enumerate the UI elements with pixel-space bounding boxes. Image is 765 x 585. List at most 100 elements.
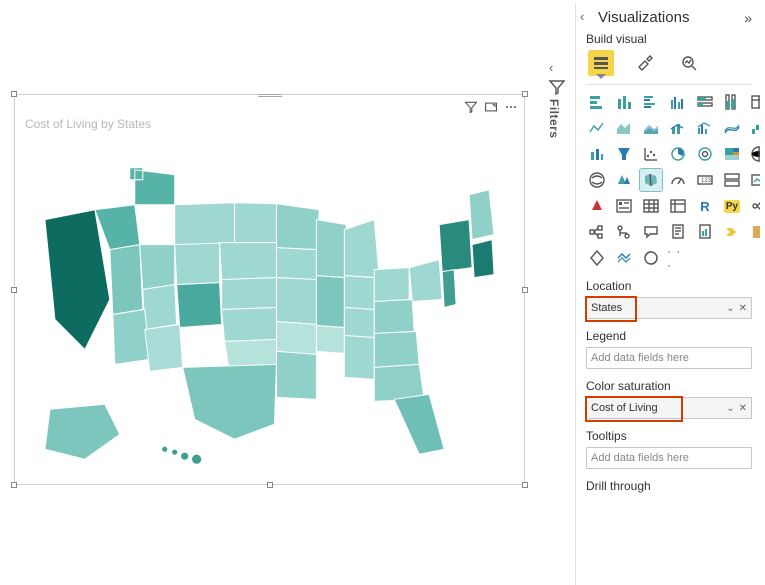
viz-clustered-bar-icon[interactable] — [640, 91, 662, 113]
state-nm[interactable] — [145, 324, 183, 371]
state-mo[interactable] — [276, 278, 316, 325]
viz-pie-icon[interactable] — [667, 143, 689, 165]
viz-gauge-icon[interactable] — [667, 169, 689, 191]
viz-decomposition-icon[interactable] — [586, 221, 608, 243]
state-co[interactable] — [177, 283, 222, 328]
viz-ribbon-icon[interactable] — [721, 117, 743, 139]
viz-key-influencers-icon[interactable] — [748, 195, 760, 217]
viz-line-stacked-column-icon[interactable] — [667, 117, 689, 139]
state-tx[interactable] — [183, 364, 277, 439]
state-or[interactable] — [95, 205, 140, 250]
state-la[interactable] — [276, 351, 316, 399]
state-nj[interactable] — [442, 270, 456, 308]
state-in[interactable] — [344, 276, 374, 310]
viz-table2-icon[interactable] — [640, 195, 662, 217]
state-ky-tn[interactable] — [344, 308, 374, 338]
viz-shape-map-icon[interactable] — [640, 169, 662, 191]
resize-handle[interactable] — [522, 91, 528, 97]
viz-100-stacked-bar-icon[interactable] — [694, 91, 716, 113]
viz-power-automate-icon[interactable] — [721, 221, 743, 243]
state-oh[interactable] — [374, 268, 409, 302]
field-well[interactable]: Add data fields here — [586, 347, 752, 369]
viz-stacked-column-icon[interactable] — [613, 91, 635, 113]
state-ne[interactable] — [222, 278, 277, 310]
state-wa[interactable] — [130, 168, 175, 205]
filter-icon[interactable] — [464, 100, 478, 114]
viz-arcgis-icon[interactable] — [613, 247, 635, 269]
filters-expand-icon[interactable]: ‹ — [549, 60, 553, 75]
state-ut[interactable] — [143, 285, 177, 330]
viz-line-clustered-column-icon[interactable] — [694, 117, 716, 139]
viz-stacked-area-icon[interactable] — [640, 117, 662, 139]
viz-python-icon[interactable]: Py — [721, 195, 743, 217]
viz-kpi-icon[interactable] — [748, 169, 760, 191]
resize-handle[interactable] — [11, 91, 17, 97]
viz-r-script-icon[interactable]: R — [694, 195, 716, 217]
viz-line-icon[interactable] — [586, 117, 608, 139]
tab-format[interactable] — [632, 50, 658, 76]
viz-filled-map-globe-icon[interactable] — [586, 169, 608, 191]
viz-stacked-bar-icon[interactable] — [586, 91, 608, 113]
viz-matrix-icon[interactable] — [667, 195, 689, 217]
state-al[interactable] — [344, 335, 374, 379]
field-well[interactable]: Cost of Living ⌄✕ — [586, 397, 752, 419]
state-mt[interactable] — [175, 203, 235, 245]
viz-kpi-delta-icon[interactable] — [586, 195, 608, 217]
viz-smart-narrative-icon[interactable] — [613, 221, 635, 243]
viz-clustered-column-icon[interactable] — [667, 91, 689, 113]
state-ny[interactable] — [439, 220, 472, 272]
state-nd[interactable] — [235, 203, 277, 243]
viz-custom-icon[interactable] — [748, 221, 760, 243]
focus-mode-icon[interactable] — [484, 100, 498, 114]
viz-treemap-icon[interactable] — [721, 143, 743, 165]
viz-slicer-icon[interactable] — [613, 195, 635, 217]
viz-azure-map-icon[interactable] — [613, 169, 635, 191]
viz-powerapps-icon[interactable] — [586, 247, 608, 269]
expand-pane-icon[interactable]: » — [744, 10, 752, 26]
resize-handle[interactable] — [11, 482, 17, 488]
state-wv-va[interactable] — [374, 300, 414, 334]
chevron-down-icon[interactable]: ⌄ — [726, 403, 734, 414]
tab-analytics[interactable] — [676, 50, 702, 76]
drag-handle[interactable] — [258, 92, 282, 98]
state-fl[interactable] — [394, 394, 444, 454]
report-canvas-visual[interactable]: Cost of Living by States — [14, 94, 525, 485]
viz-card-icon[interactable]: 123 — [694, 169, 716, 191]
viz-table-icon[interactable] — [748, 91, 760, 113]
viz-area-icon[interactable] — [613, 117, 635, 139]
field-well[interactable]: Add data fields here — [586, 447, 752, 469]
viz-waterfall-icon[interactable] — [748, 117, 760, 139]
viz-report-column-icon[interactable] — [694, 221, 716, 243]
chevron-down-icon[interactable]: ⌄ — [726, 303, 734, 314]
resize-handle[interactable] — [267, 482, 273, 488]
state-nv[interactable] — [110, 245, 143, 315]
state-ak[interactable] — [45, 404, 120, 459]
viz-qa-icon[interactable] — [640, 221, 662, 243]
state-sd[interactable] — [220, 243, 277, 280]
viz-multi-card-icon[interactable] — [721, 169, 743, 191]
state-az[interactable] — [113, 310, 150, 365]
state-pa[interactable] — [409, 260, 442, 302]
state-id[interactable] — [140, 245, 175, 290]
viz-100-stacked-column-icon[interactable] — [721, 91, 743, 113]
filled-map-visual[interactable] — [25, 145, 514, 474]
field-well[interactable]: States ⌄✕ — [586, 297, 752, 319]
state-ar[interactable] — [276, 321, 316, 354]
remove-field-icon[interactable]: ✕ — [739, 403, 747, 414]
viz-paginated-icon[interactable] — [667, 221, 689, 243]
resize-handle[interactable] — [522, 287, 528, 293]
filters-pane-collapsed[interactable]: Filters — [547, 78, 567, 139]
state-ca[interactable] — [45, 210, 110, 350]
state-ma-ct[interactable] — [472, 240, 494, 278]
state-ks[interactable] — [222, 308, 277, 342]
viz-donut-icon[interactable] — [694, 143, 716, 165]
resize-handle[interactable] — [522, 482, 528, 488]
state-ms[interactable] — [316, 325, 344, 353]
tab-fields[interactable] — [588, 50, 614, 76]
state-hi[interactable] — [162, 446, 202, 464]
viz-column-alt-icon[interactable] — [586, 143, 608, 165]
viz-scatter-icon[interactable] — [640, 143, 662, 165]
more-options-icon[interactable] — [504, 100, 518, 114]
viz-more-icon[interactable]: · · · — [667, 247, 689, 269]
viz-appsource-icon[interactable] — [640, 247, 662, 269]
